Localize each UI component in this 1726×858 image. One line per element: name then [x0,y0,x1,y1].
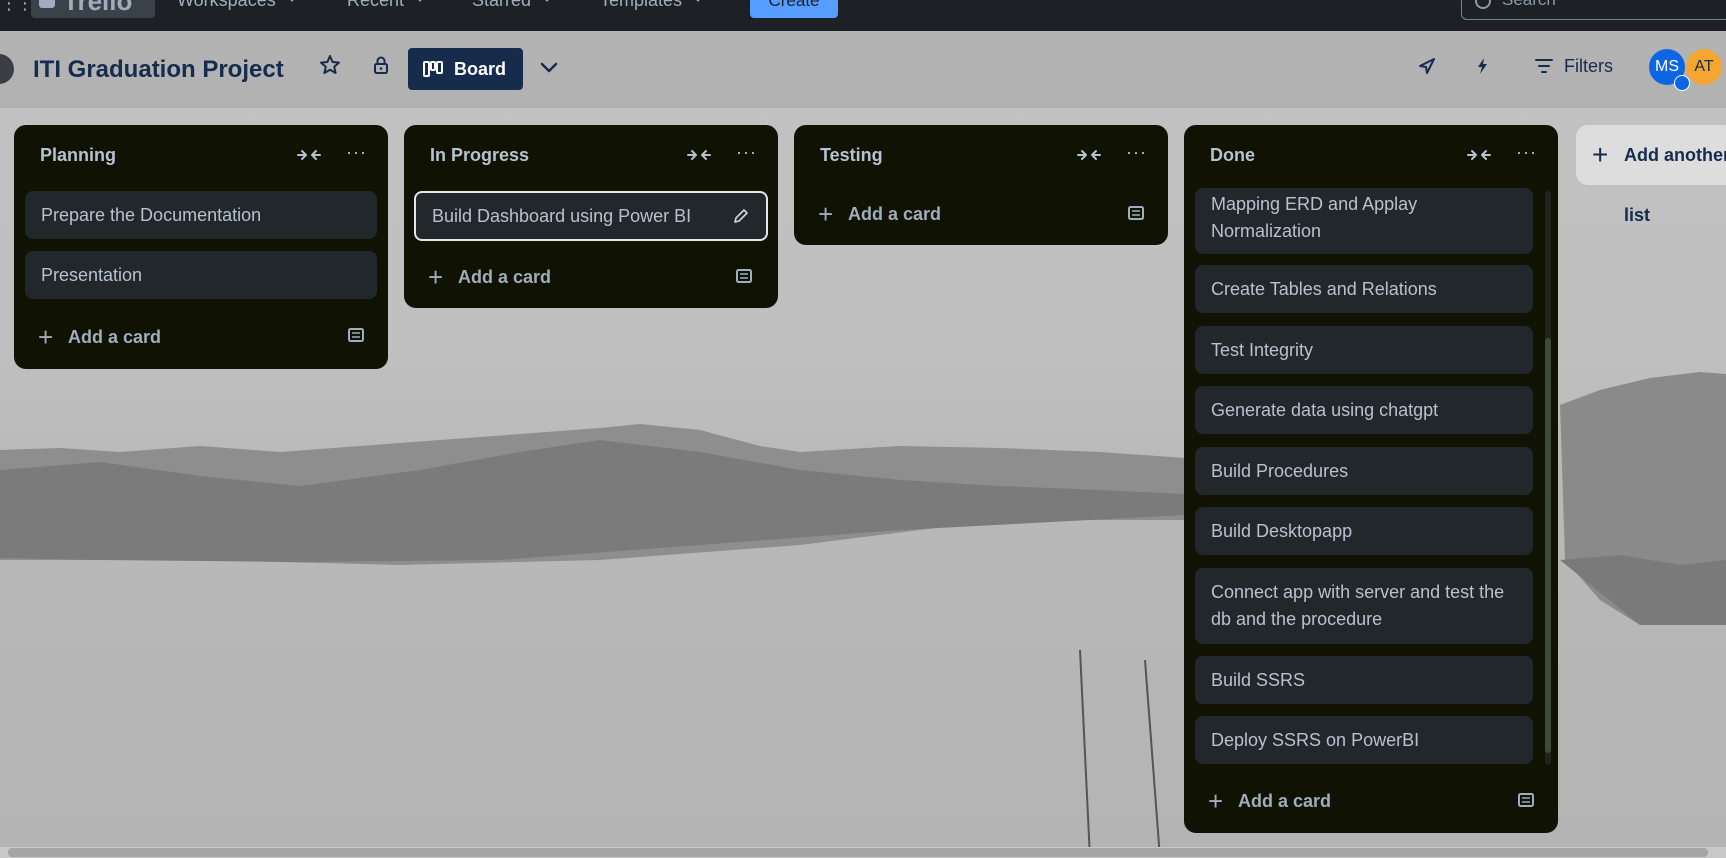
add-card-button[interactable]: + Add a card [38,322,162,352]
scrollbar-thumb[interactable] [8,848,1708,857]
card[interactable]: Build Dashboard using Power BI [414,191,768,241]
trello-logo-icon [39,0,55,8]
list-in-progress: In Progress ··· Build Dashboard using Po… [404,125,778,308]
nav-starred[interactable]: Starred [472,0,553,11]
pencil-icon[interactable] [732,207,750,225]
trello-logo[interactable]: Trello [31,0,155,18]
filters-button[interactable]: Filters [1534,53,1613,79]
card[interactable]: Prepare the Documentation [25,191,377,239]
card[interactable]: Mapping ERD and Applay Normalization [1195,188,1533,254]
collapse-icon[interactable] [686,146,712,164]
chevron-down-icon [286,0,298,2]
board-title[interactable]: ITI Graduation Project [33,56,284,84]
list-scrollbar-thumb[interactable] [1545,338,1551,753]
top-navigation-bar: ⋮⋮ Trello Workspaces Recent Starred Temp… [0,0,1726,31]
list-menu-icon[interactable]: ··· [1126,143,1152,165]
collapse-icon[interactable] [1466,146,1492,164]
card-title: Build Dashboard using Power BI [432,206,692,226]
add-card-label: Add a card [458,267,552,287]
add-list-button[interactable]: + Add another list [1576,125,1726,225]
card[interactable]: Presentation [25,251,377,299]
card[interactable]: Build Desktopapp [1195,507,1533,555]
search-input[interactable]: Search [1461,0,1726,20]
card[interactable]: Generate data using chatgpt [1195,386,1533,434]
chevron-down-icon[interactable] [536,54,562,80]
search-icon [1475,0,1491,9]
card[interactable]: Build Procedures [1195,447,1533,495]
board-horizontal-scrollbar[interactable] [0,847,1726,858]
search-placeholder: Search [1502,0,1556,9]
list-planning: Planning ··· Prepare the Documentation P… [14,125,388,369]
chevron-down-icon [692,0,704,2]
admin-badge-icon [1674,75,1690,91]
card-template-icon[interactable] [346,325,366,345]
card-template-icon[interactable] [1516,790,1536,810]
nav-recent[interactable]: Recent [347,0,426,11]
nav-workspaces-label: Workspaces [177,0,276,10]
chevron-down-icon [414,0,426,2]
card[interactable]: Create Tables and Relations [1195,265,1533,313]
chevron-down-icon [541,0,553,2]
sidebar-toggle-button[interactable] [0,54,14,84]
nav-templates-label: Templates [600,0,683,10]
nav-recent-label: Recent [347,0,405,10]
create-button[interactable]: Create [750,0,838,18]
list-title[interactable]: Done [1210,145,1255,166]
list-title[interactable]: Planning [40,145,116,166]
filter-icon [1535,59,1553,73]
add-card-button[interactable]: + Add a card [428,262,552,292]
plus-icon: + [1592,139,1609,170]
nav-starred-label: Starred [472,0,532,10]
card[interactable]: Deploy SSRS on PowerBI [1195,716,1533,764]
avatar[interactable]: AT [1686,49,1722,85]
board-view-label: Board [454,59,507,79]
board-view-button[interactable]: Board [408,48,523,90]
trello-logo-text: Trello [63,0,133,16]
plus-icon: + [428,262,444,292]
card[interactable]: Connect app with server and test the db … [1195,568,1533,644]
add-card-button[interactable]: + Add a card [818,199,942,229]
lightning-icon[interactable] [1470,53,1496,79]
add-card-label: Add a card [68,327,162,347]
plus-icon: + [1208,786,1224,816]
card[interactable]: Build SSRS [1195,656,1533,704]
add-card-label: Add a card [1238,791,1332,811]
list-menu-icon[interactable]: ··· [736,143,762,165]
board-icon [423,61,443,77]
list-menu-icon[interactable]: ··· [1516,143,1542,165]
filters-label: Filters [1564,56,1613,76]
nav-workspaces[interactable]: Workspaces [177,0,298,11]
card-template-icon[interactable] [734,266,754,286]
list-title[interactable]: In Progress [430,145,529,166]
rocket-icon[interactable] [1414,53,1440,79]
list-done: Done ··· Mapping ERD and Applay Normaliz… [1184,125,1558,833]
add-card-label: Add a card [848,204,942,224]
plus-icon: + [818,199,834,229]
list-menu-icon[interactable]: ··· [346,143,372,165]
plus-icon: + [38,322,54,352]
collapse-icon[interactable] [1076,146,1102,164]
collapse-icon[interactable] [296,146,322,164]
card-template-icon[interactable] [1126,203,1146,223]
lock-icon[interactable] [369,53,393,77]
list-testing: Testing ··· + Add a card [794,125,1168,245]
add-card-button[interactable]: + Add a card [1208,786,1332,816]
star-icon[interactable] [318,53,342,77]
app-switcher-icon[interactable]: ⋮⋮ [0,0,34,12]
list-title[interactable]: Testing [820,145,883,166]
card[interactable]: Test Integrity [1195,326,1533,374]
nav-templates[interactable]: Templates [600,0,704,11]
board-header: ITI Graduation Project Board Filters MS … [0,31,1726,108]
